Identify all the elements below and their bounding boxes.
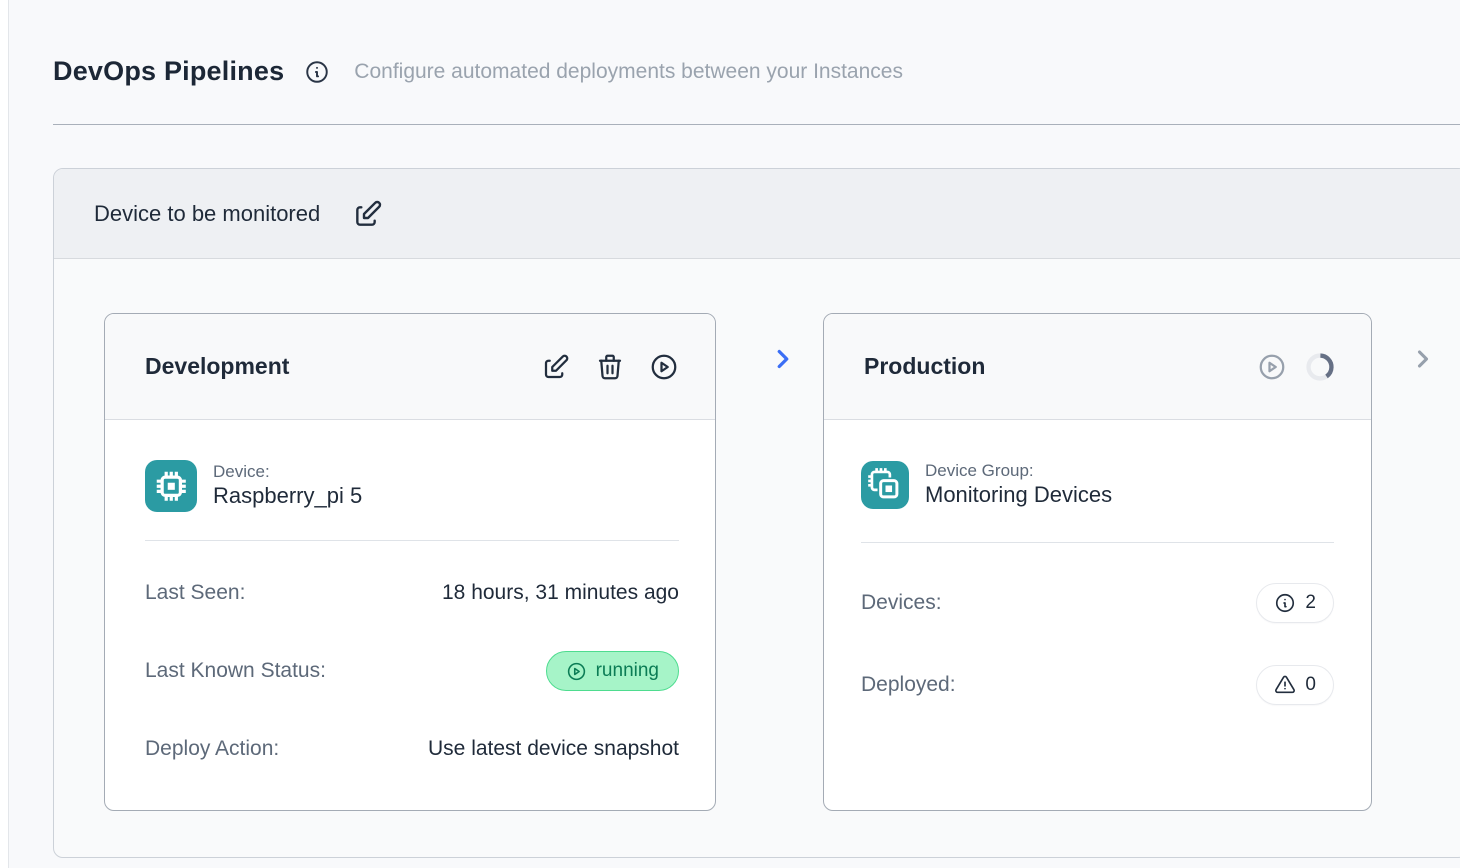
play-circle-icon — [566, 661, 587, 682]
trash-icon — [595, 352, 625, 382]
production-detail-rows: Devices: 2 Deployed: 0 — [861, 583, 1334, 705]
last-seen-row: Last Seen: 18 hours, 31 minutes ago — [145, 581, 679, 605]
development-card-header: Development — [105, 314, 715, 420]
loading-spinner-icon — [1305, 352, 1335, 382]
production-card-header: Production — [824, 314, 1371, 420]
development-title: Development — [145, 353, 289, 380]
deployed-row: Deployed: 0 — [861, 665, 1334, 705]
device-group-name: Monitoring Devices — [925, 481, 1112, 510]
devices-count-pill[interactable]: 2 — [1256, 583, 1334, 623]
development-actions — [541, 352, 679, 382]
edit-icon — [541, 352, 571, 382]
pipeline-panel-header: Device to be monitored — [54, 169, 1460, 259]
play-circle-icon — [1257, 352, 1287, 382]
device-label: Device: — [213, 461, 362, 482]
deploy-action-value: Use latest device snapshot — [428, 737, 679, 761]
pipeline-panel-body: Development — [54, 259, 1460, 858]
warning-triangle-icon — [1274, 674, 1296, 696]
info-icon[interactable] — [304, 59, 330, 85]
production-actions — [1257, 352, 1335, 382]
delete-stage-button[interactable] — [595, 352, 625, 382]
deploy-action-row: Deploy Action: Use latest device snapsho… — [145, 737, 679, 761]
devices-row: Devices: 2 — [861, 583, 1334, 623]
page-background: DevOps Pipelines Configure automated dep… — [8, 0, 1460, 868]
card-divider — [145, 540, 679, 541]
development-stage-card: Development — [104, 313, 716, 811]
production-stage-card: Production — [823, 313, 1372, 811]
page-title: DevOps Pipelines — [53, 56, 284, 87]
devices-label: Devices: — [861, 591, 942, 615]
cpu-chip-icon — [145, 460, 197, 512]
device-group-block[interactable]: Device Group: Monitoring Devices — [861, 460, 1334, 510]
deployed-count: 0 — [1305, 674, 1316, 696]
device-block[interactable]: Device: Raspberry_pi 5 — [145, 460, 679, 512]
status-label: Last Known Status: — [145, 659, 326, 683]
edit-pipeline-button[interactable] — [352, 198, 384, 230]
device-group-label: Device Group: — [925, 460, 1112, 481]
deploy-action-label: Deploy Action: — [145, 737, 279, 761]
run-stage-button-disabled[interactable] — [1257, 352, 1287, 382]
last-seen-value: 18 hours, 31 minutes ago — [442, 581, 679, 605]
status-row: Last Known Status: running — [145, 651, 679, 691]
last-seen-label: Last Seen: — [145, 581, 245, 605]
next-stage-chevron-button[interactable] — [1409, 345, 1437, 376]
development-card-body: Device: Raspberry_pi 5 Last Seen: 18 hou… — [105, 420, 715, 761]
pipeline-panel: Device to be monitored Development — [53, 168, 1460, 858]
page-header: DevOps Pipelines Configure automated dep… — [53, 56, 903, 87]
pipeline-flow-chevron-icon — [768, 344, 798, 374]
production-title: Production — [864, 353, 985, 380]
page-subtitle: Configure automated deployments between … — [354, 60, 903, 84]
edit-stage-button[interactable] — [541, 352, 571, 382]
status-badge-label: running — [596, 660, 659, 682]
info-icon — [1274, 592, 1296, 614]
play-circle-icon — [649, 352, 679, 382]
cpu-chip-group-icon — [861, 461, 909, 509]
deployed-count-pill[interactable]: 0 — [1256, 665, 1334, 705]
device-name: Raspberry_pi 5 — [213, 482, 362, 511]
devices-count: 2 — [1305, 592, 1316, 614]
card-divider — [861, 542, 1334, 543]
run-stage-button[interactable] — [649, 352, 679, 382]
deployed-label: Deployed: — [861, 673, 956, 697]
panel-title: Device to be monitored — [94, 201, 320, 227]
status-badge: running — [546, 651, 679, 691]
header-divider — [53, 124, 1460, 125]
development-detail-rows: Last Seen: 18 hours, 31 minutes ago Last… — [145, 581, 679, 761]
production-card-body: Device Group: Monitoring Devices Devices… — [824, 420, 1371, 705]
edit-icon — [352, 198, 384, 230]
chevron-right-icon — [1409, 345, 1437, 373]
